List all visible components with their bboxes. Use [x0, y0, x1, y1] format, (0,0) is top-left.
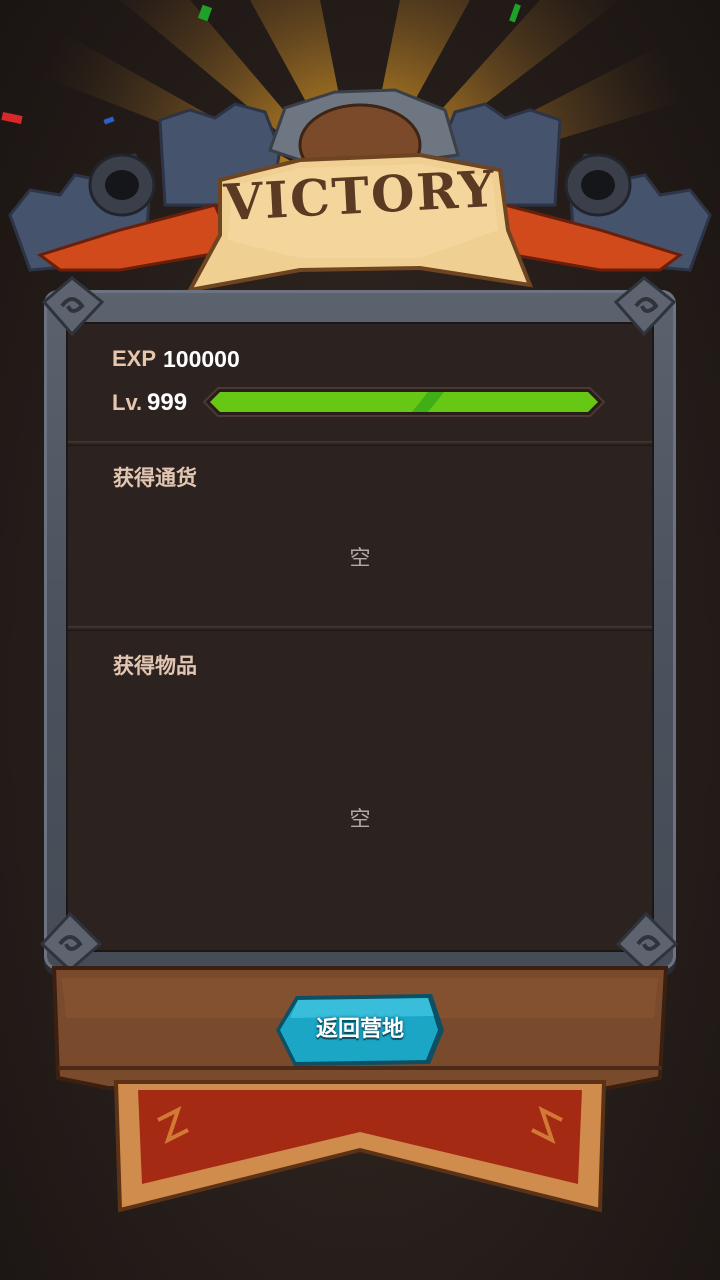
return-to-camp-button[interactable]: 返回营地: [272, 990, 448, 1070]
return-button-label: 返回营地: [315, 1017, 404, 1042]
level-prefix: Lv.: [112, 390, 143, 415]
exp-value: 100000: [163, 346, 240, 372]
exp-progress-fill: [210, 392, 598, 412]
level-value: 999: [147, 389, 188, 416]
exp-label: EXP: [112, 346, 157, 371]
items-section-title: 获得物品: [113, 654, 197, 678]
frame-corner-ornament: [613, 276, 677, 337]
currency-empty-text: 空: [349, 546, 371, 570]
currency-section-title: 获得通货: [113, 466, 197, 490]
frame-corner-ornament: [41, 276, 105, 337]
section-divider: [68, 441, 652, 446]
bottom-banner: [113, 1080, 607, 1213]
items-empty-text: 空: [349, 807, 371, 831]
section-divider: [68, 626, 652, 631]
exp-progress-bar: [202, 387, 606, 417]
